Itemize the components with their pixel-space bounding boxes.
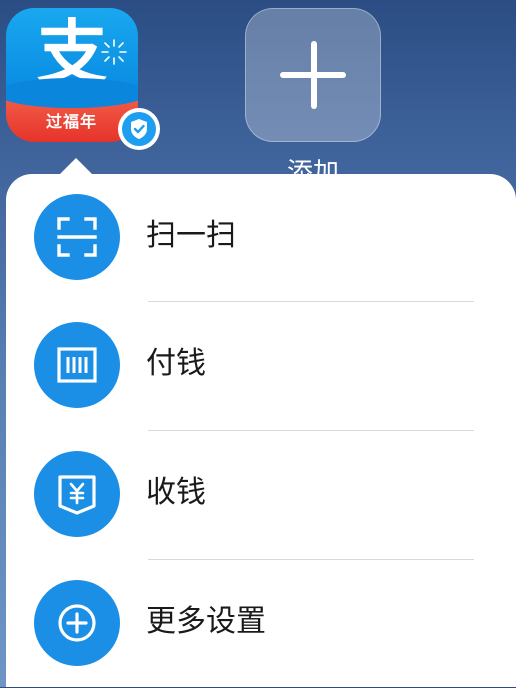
- scan-icon: [34, 194, 120, 280]
- menu-item-scan[interactable]: 扫一扫: [6, 174, 516, 302]
- menu-item-more-settings[interactable]: 更多设置: [6, 560, 516, 688]
- app-festival-label: 过福年: [46, 112, 98, 131]
- plus-icon-vertical: [311, 41, 317, 109]
- receive-money-icon: [34, 451, 120, 537]
- menu-item-label: 收钱: [146, 475, 206, 510]
- plus-circle-icon: [34, 580, 120, 666]
- menu-item-receive[interactable]: 收钱: [6, 431, 516, 559]
- menu-item-pay[interactable]: 付钱: [6, 302, 516, 430]
- quick-action-menu: 扫一扫 付钱 收钱 更多设置: [6, 174, 516, 687]
- firework-icon: [101, 39, 127, 65]
- verified-shield-icon: [118, 108, 160, 150]
- menu-item-label: 更多设置: [146, 604, 266, 639]
- add-app-button[interactable]: [245, 8, 381, 142]
- barcode-pay-icon: [34, 322, 120, 408]
- menu-item-label: 扫一扫: [146, 218, 236, 253]
- menu-item-label: 付钱: [146, 346, 206, 381]
